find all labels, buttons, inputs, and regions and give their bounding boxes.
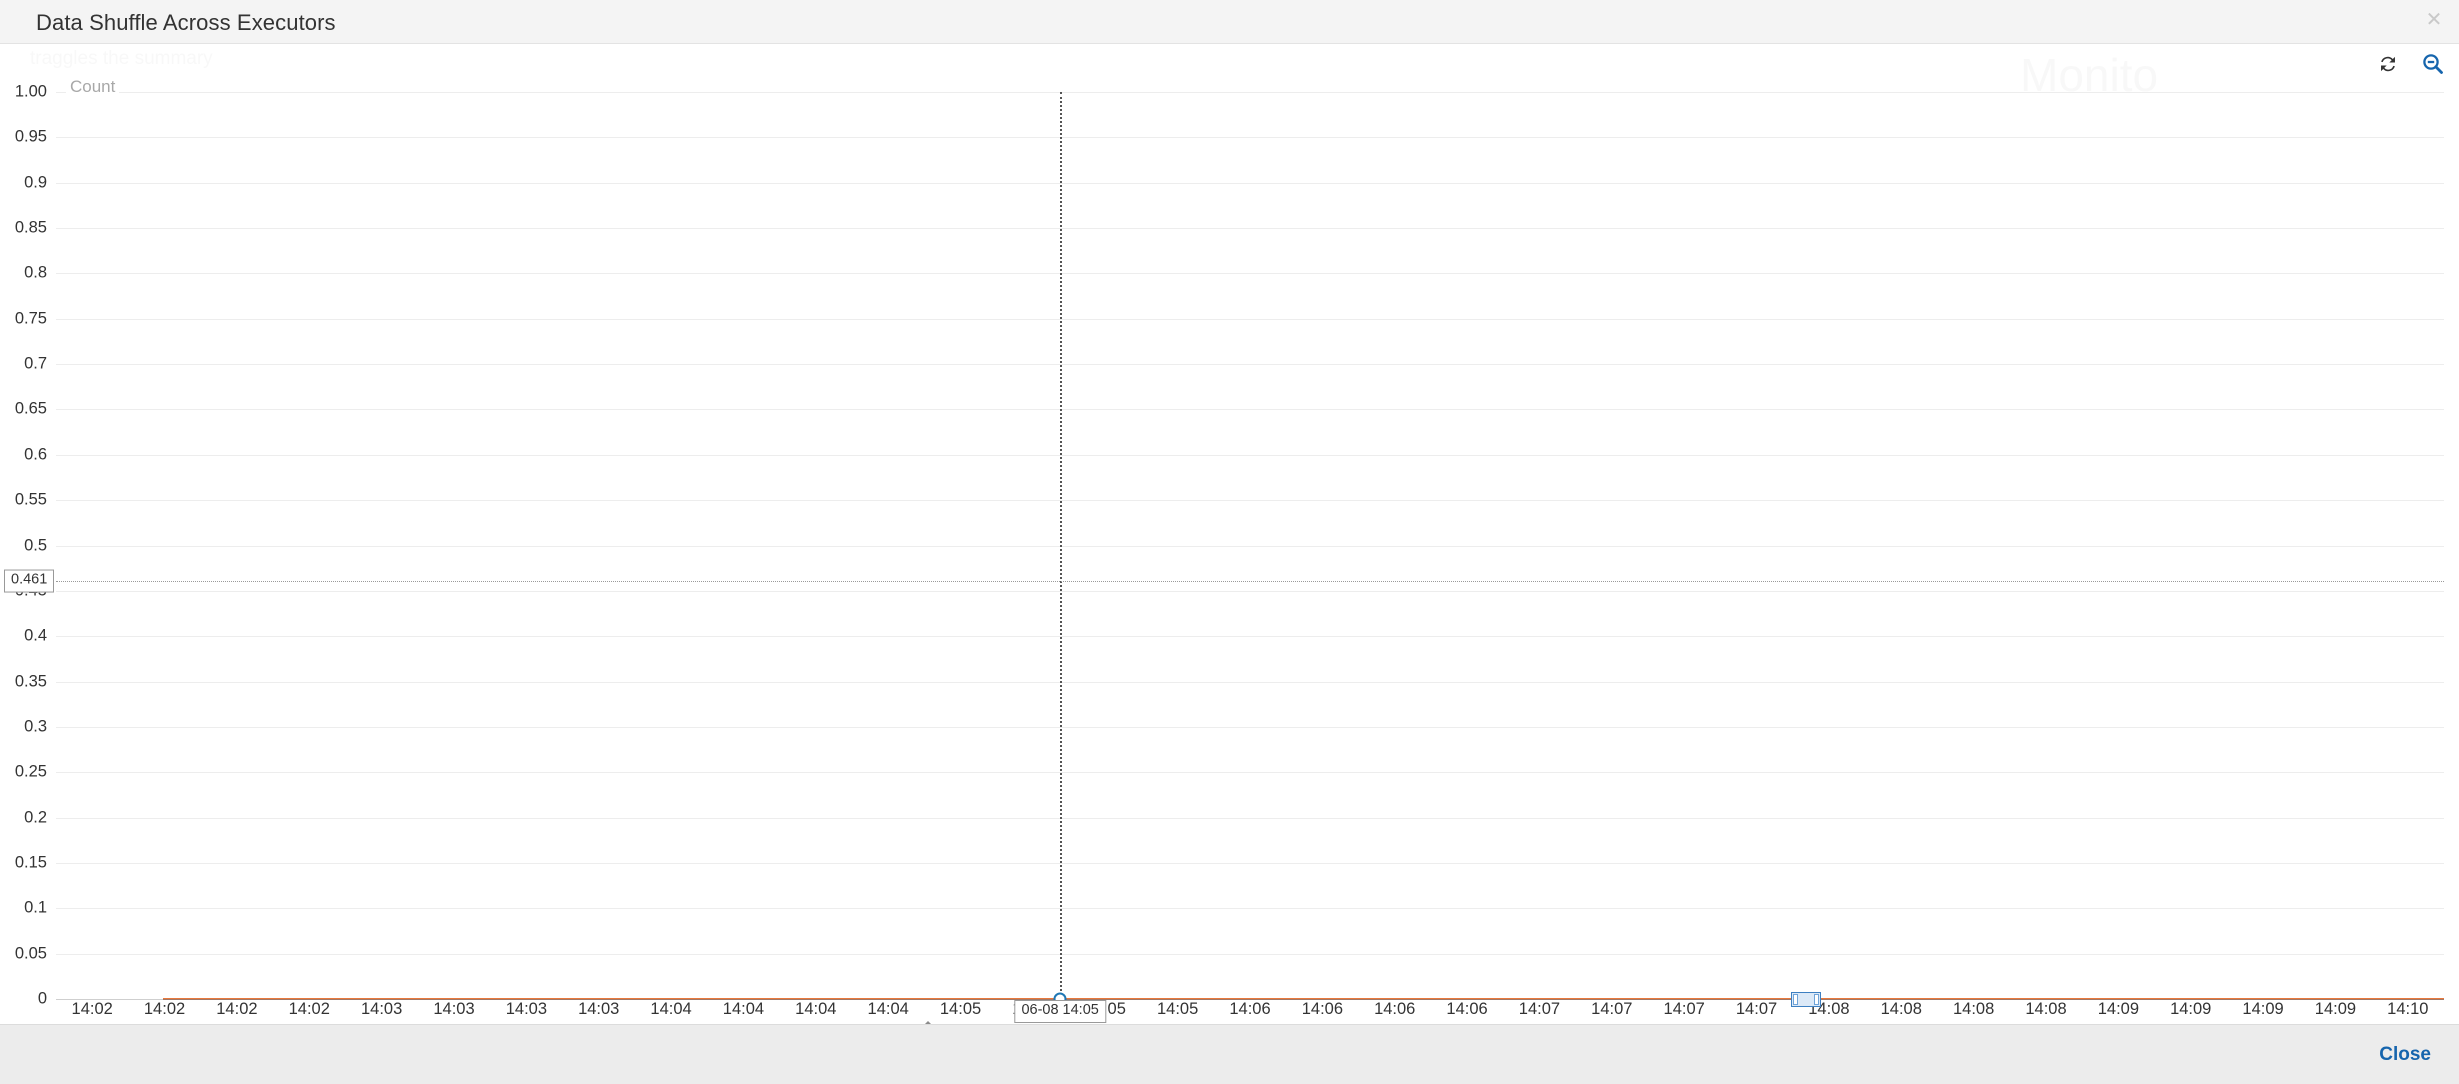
x-axis-tick-label: 14:05 — [939, 1000, 982, 1018]
gridline — [56, 681, 2444, 683]
tooltip-arrow-icon — [919, 1021, 937, 1024]
crosshair-vertical-line — [1060, 92, 1063, 999]
x-axis-tick-label: 14:02 — [143, 1000, 186, 1018]
y-axis-tick-label: 0.1 — [24, 898, 47, 917]
gridline — [56, 318, 2444, 320]
x-axis-tick-label: 14:06 — [1301, 1000, 1344, 1018]
chart-container: Monito traggles the summary 0 0.05 0.1 0.15… — [0, 44, 2459, 1024]
gridline — [56, 817, 2444, 819]
x-axis-tick-label: 14:07 — [1518, 1000, 1561, 1018]
plot-area[interactable]: 00.050.10.150.20.250.30.350.40.450.50.55… — [15, 77, 2444, 1008]
gridline — [56, 273, 2444, 275]
y-axis-tick-label: 0.3 — [24, 717, 47, 736]
gridline — [56, 409, 2444, 411]
y-axis-tick-label: 0 — [37, 989, 47, 1008]
crosshair-horizontal-line — [56, 580, 2444, 582]
x-axis-tick-label: 14:08 — [1880, 1000, 1922, 1018]
gridline — [56, 545, 2444, 547]
y-axis-tick-label: 0.5 — [24, 536, 47, 554]
chart-toolbar — [2377, 52, 2445, 76]
y-axis-tick-label: 0.35 — [14, 672, 47, 691]
page-title: Data Shuffle Across Executors — [36, 10, 336, 35]
x-axis-tick-label: 14:09 — [2242, 1000, 2284, 1018]
x-axis-tick-label: 14:05 — [1156, 1000, 1199, 1018]
gridline — [56, 92, 2444, 93]
x-axis-tick-label: 14:08 — [2025, 1000, 2067, 1018]
close-button[interactable]: Close — [2373, 1043, 2437, 1067]
gridline — [56, 500, 2444, 502]
y-axis-tick-label: 0.75 — [14, 309, 47, 328]
modal-header: Data Shuffle Across Executors ✕ — [0, 0, 2459, 44]
gridline — [56, 726, 2444, 728]
gridline — [56, 772, 2444, 774]
y-axis-tick-label: 0.85 — [14, 218, 47, 237]
x-axis-tick-label: 14:06 — [1446, 1000, 1488, 1018]
x-axis-tick-label: 14:07 — [1591, 1000, 1633, 1018]
y-axis-title: Count — [66, 77, 120, 97]
x-axis-tick-label: 14:04 — [650, 1000, 692, 1018]
gridline — [56, 862, 2444, 864]
range-brush-handle-left[interactable] — [1792, 994, 1798, 1005]
refresh-icon[interactable] — [2377, 53, 2399, 75]
crosshair-x-value-label: 06-08 14:05 — [1014, 1000, 1106, 1023]
gridline — [56, 137, 2444, 139]
modal-footer: Close — [0, 1024, 2459, 1084]
y-axis-tick-label: 0.2 — [24, 808, 47, 827]
x-axis-tick-label: 14:02 — [216, 1000, 258, 1018]
gridline — [56, 228, 2444, 230]
zoom-out-icon[interactable] — [2421, 52, 2445, 76]
x-axis-tick-labels: 14:02 14:02 14:02 14:02 14:03 14:03 14:03 14:03… — [56, 1000, 2444, 1024]
y-axis-tick-label: 1.00 — [14, 82, 47, 101]
gridline — [56, 953, 2444, 955]
chart-modal: Data Shuffle Across Executors ✕ Monito t… — [0, 0, 2459, 1084]
y-axis-tick-label: 0.7 — [24, 354, 47, 373]
gridline — [56, 590, 2444, 592]
y-axis-tick-label: 0.55 — [14, 490, 47, 509]
x-axis-tick-label: 14:07 — [1663, 1000, 1705, 1018]
gridline — [56, 182, 2444, 184]
x-axis-range-brush[interactable] — [1790, 992, 1821, 1007]
y-axis-tick-label: 0.6 — [24, 445, 47, 464]
x-axis-tick-label: 14:10 — [2387, 1000, 2429, 1018]
gridline — [56, 908, 2444, 910]
y-axis-tick-label: 0.65 — [14, 399, 47, 418]
x-axis-tick-label: 14:09 — [2170, 1000, 2212, 1018]
gridline — [56, 364, 2444, 366]
x-axis-tick-label: 14:03 — [360, 1000, 403, 1018]
y-axis-tick-label: 0.05 — [14, 944, 47, 963]
y-axis-tick-label: 0.9 — [24, 173, 47, 192]
background-ghost-text-2: traggles the summary — [30, 48, 213, 69]
y-axis-tick-label: 0.25 — [14, 762, 47, 781]
x-axis-tick-label: 14:04 — [722, 1000, 765, 1018]
gridline — [56, 636, 2444, 638]
y-axis-tick-label: 0.4 — [24, 626, 47, 645]
x-axis-tick-label: 14:07 — [1735, 1000, 1778, 1018]
crosshair-y-value-label: 0.461 — [4, 569, 55, 593]
x-axis-tick-label: 14:02 — [288, 1000, 330, 1018]
x-axis-tick-label: 14:02 — [71, 1000, 113, 1018]
range-brush-handle-right[interactable] — [1813, 994, 1819, 1005]
x-axis-tick-label: 14:06 — [1374, 1000, 1416, 1018]
x-axis-tick-label: 14:03 — [433, 1000, 475, 1018]
x-axis-tick-label: 14:04 — [795, 1000, 837, 1018]
close-icon[interactable]: ✕ — [2421, 6, 2447, 32]
x-axis-tick-label: 14:06 — [1229, 1000, 1271, 1018]
gridline — [56, 454, 2444, 456]
x-axis-tick-label: 14:09 — [2097, 1000, 2140, 1018]
x-axis-tick-label: 14:09 — [2314, 1000, 2357, 1018]
x-axis-tick-label: 14:04 — [867, 1000, 909, 1018]
y-axis-tick-label: 0.95 — [14, 127, 47, 146]
x-axis-tick-label: 14:08 — [1952, 1000, 1995, 1018]
x-axis-tick-label: 14:03 — [505, 1000, 548, 1018]
y-axis-tick-label: 0.8 — [24, 263, 47, 282]
x-axis-tick-label: 14:03 — [578, 1000, 620, 1018]
y-axis-tick-label: 0.15 — [14, 853, 47, 872]
plot-frame[interactable]: 00.050.10.150.20.250.30.350.40.450.50.55… — [4, 77, 2444, 1008]
